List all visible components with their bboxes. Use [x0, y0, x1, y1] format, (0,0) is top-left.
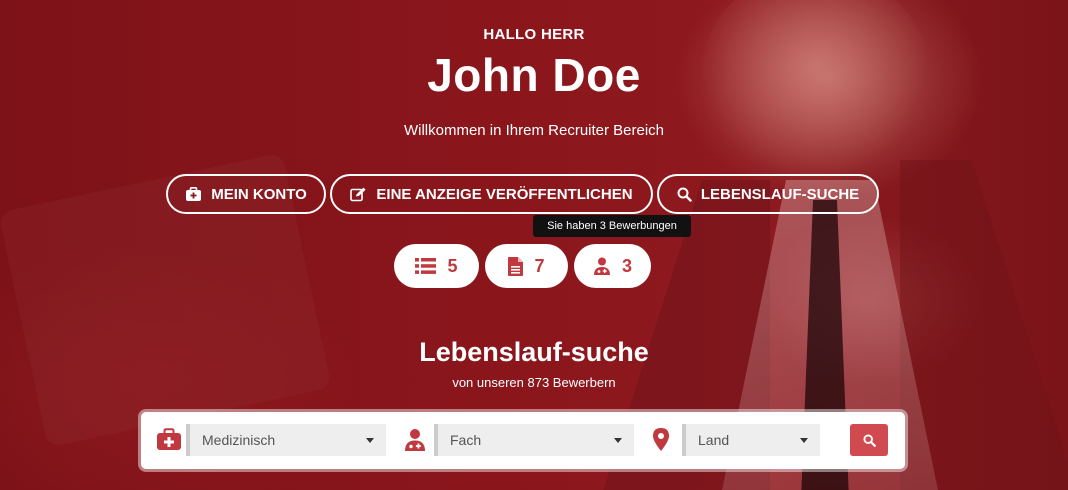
category-select-value: Medizinisch [202, 432, 276, 448]
applications-tooltip: Sie haben 3 Bewerbungen [533, 215, 691, 237]
specialty-select-value: Fach [450, 432, 482, 448]
medical-kit-icon [156, 428, 182, 456]
my-account-button[interactable]: MEIN KONTO [166, 174, 326, 214]
action-buttons: MEIN KONTO EINE ANZEIGE VERÖFFENTLICHEN … [0, 174, 1068, 214]
publish-ad-button[interactable]: EINE ANZEIGE VERÖFFENTLICHEN [330, 174, 653, 214]
country-select[interactable]: Land [682, 424, 820, 456]
chevron-down-icon [800, 438, 808, 443]
briefcase-medical-icon [186, 186, 202, 201]
search-icon [677, 187, 692, 202]
search-icon [862, 433, 876, 447]
doctor-icon [404, 428, 426, 456]
publish-ad-label: EINE ANZEIGE VERÖFFENTLICHEN [376, 185, 633, 203]
stat-listings-count: 5 [447, 255, 458, 276]
edit-icon [350, 187, 367, 201]
search-subtitle: von unseren 873 Bewerbern [452, 375, 616, 390]
welcome-text: Willkommen in Ihrem Recruiter Bereich [403, 122, 665, 139]
search-submit-button[interactable] [850, 424, 888, 456]
resume-search-button[interactable]: LEBENSLAUF-SUCHE [657, 174, 879, 214]
greeting: HALLO HERR [483, 26, 585, 43]
resume-search-label: LEBENSLAUF-SUCHE [700, 185, 860, 203]
list-icon [415, 258, 437, 274]
map-marker-icon [653, 428, 669, 456]
chevron-down-icon [614, 438, 622, 443]
category-select[interactable]: Medizinisch [186, 424, 386, 456]
stat-documents-count: 7 [534, 255, 545, 276]
user-name: John Doe [427, 49, 641, 101]
my-account-label: MEIN KONTO [211, 185, 307, 203]
specialty-select[interactable]: Fach [434, 424, 634, 456]
stat-applications-count: 3 [621, 255, 632, 276]
document-icon [508, 256, 524, 276]
search-bar: Medizinisch Fach Land [141, 412, 905, 469]
user-doctor-icon [593, 257, 610, 275]
country-select-value: Land [698, 432, 730, 448]
stat-documents[interactable]: 7 [485, 244, 568, 288]
stat-applications[interactable]: 3 [574, 244, 651, 288]
search-title: Lebenslauf-suche [419, 337, 649, 367]
stat-listings[interactable]: 5 [394, 244, 479, 288]
chevron-down-icon [366, 438, 374, 443]
